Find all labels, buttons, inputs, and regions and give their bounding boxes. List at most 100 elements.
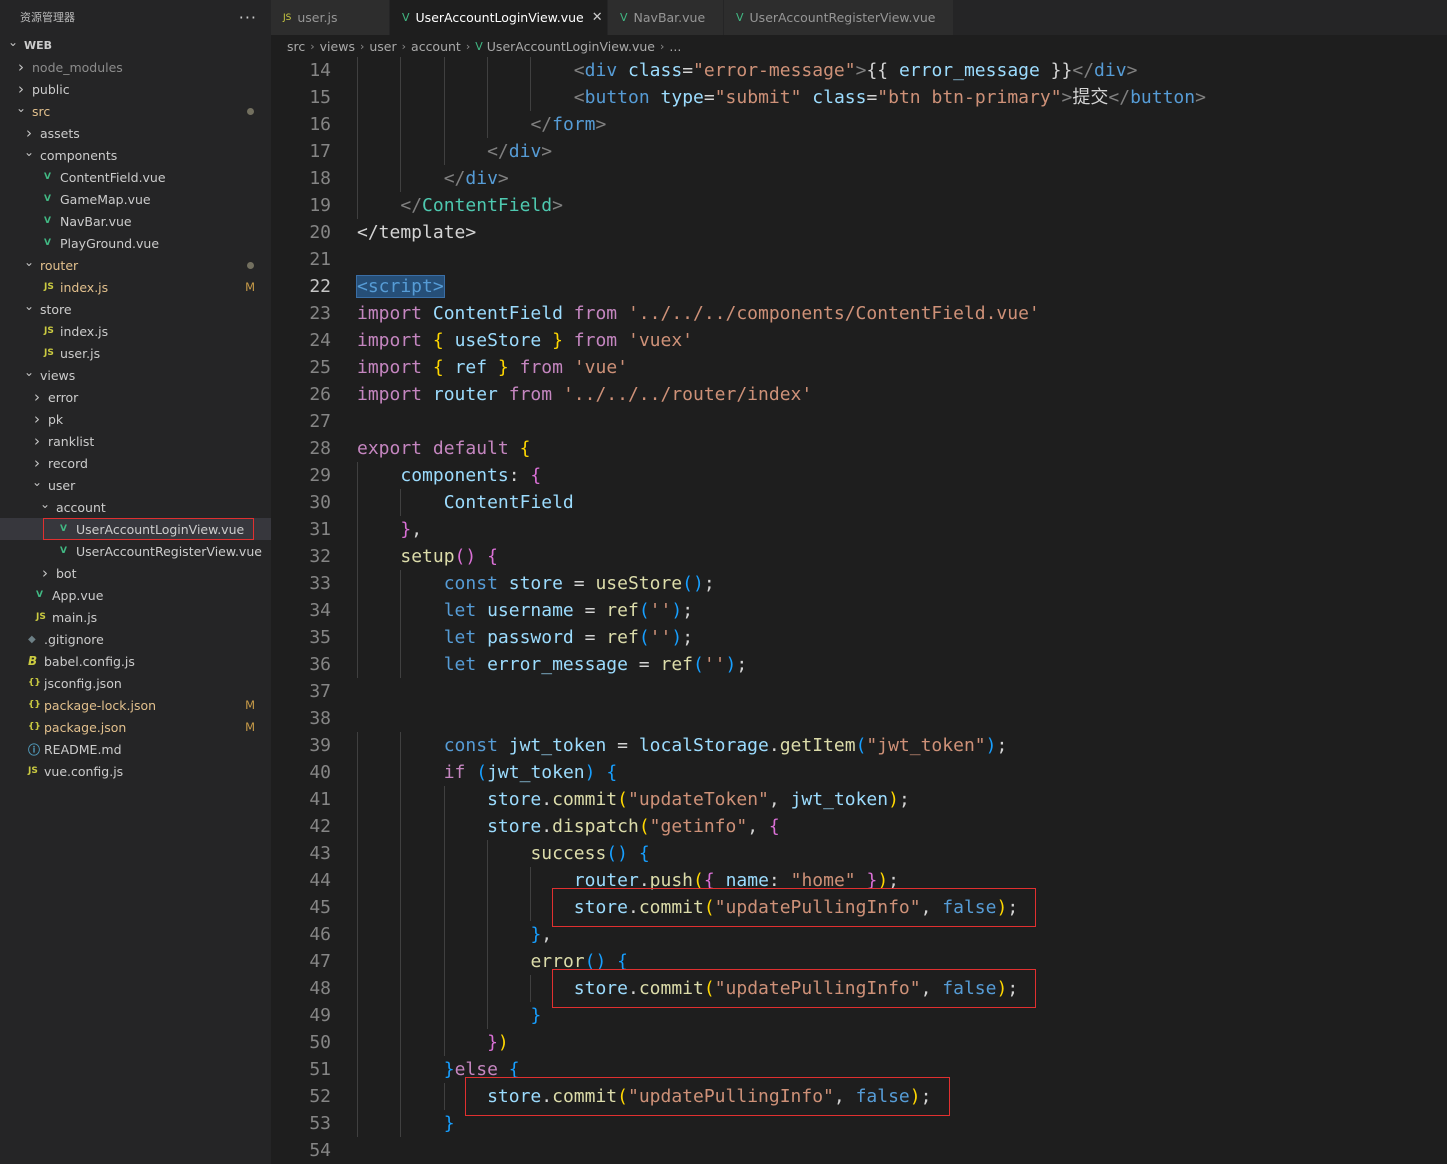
tree-item[interactable]: {} jsconfig.json bbox=[0, 672, 271, 694]
code-line[interactable]: 36 let error_message = ref(''); bbox=[271, 651, 1447, 678]
code-line[interactable]: 54 bbox=[271, 1137, 1447, 1164]
code-token: useStore bbox=[454, 330, 542, 351]
code-token: } bbox=[487, 1032, 498, 1053]
code-line[interactable]: 23 import ContentField from '../../../com… bbox=[271, 300, 1447, 327]
tree-item[interactable]: › pk bbox=[0, 408, 271, 430]
code-token: useStore bbox=[595, 573, 683, 594]
code-token: setup bbox=[400, 546, 455, 567]
tree-item[interactable]: V UserAccountLoginView.vue bbox=[0, 518, 271, 540]
line-number: 31 bbox=[309, 519, 331, 540]
tree-item[interactable]: V GameMap.vue bbox=[0, 188, 271, 210]
breadcrumb-segment[interactable]: views bbox=[320, 39, 355, 54]
tab-user-js[interactable]: JS user.js bbox=[271, 0, 390, 35]
tree-item[interactable]: ◆ .gitignore bbox=[0, 628, 271, 650]
code-token: } bbox=[443, 1113, 455, 1134]
code-token: , bbox=[768, 789, 791, 810]
code-line[interactable]: 41 store.commit("updateToken", jwt_token)… bbox=[271, 786, 1447, 813]
code-line[interactable]: 19 </ContentField> bbox=[271, 192, 1447, 219]
close-icon[interactable]: ✕ bbox=[592, 10, 603, 25]
breadcrumb-segment[interactable]: user bbox=[369, 39, 396, 54]
tree-item[interactable]: ⌄ components bbox=[0, 144, 271, 166]
code-line[interactable]: 32 setup() { bbox=[271, 543, 1447, 570]
code-line[interactable]: 28 export default { bbox=[271, 435, 1447, 462]
code-line[interactable]: 21 bbox=[271, 246, 1447, 273]
tree-item[interactable]: ⌄ account bbox=[0, 496, 271, 518]
more-actions-icon[interactable]: ··· bbox=[239, 8, 257, 27]
code-line[interactable]: 15 <button type="submit" class="btn btn-p… bbox=[271, 84, 1447, 111]
code-token: </ bbox=[487, 141, 509, 162]
tree-item[interactable]: V PlayGround.vue bbox=[0, 232, 271, 254]
tree-item-label: jsconfig.json bbox=[44, 675, 122, 691]
tree-item[interactable]: JS vue.config.js bbox=[0, 760, 271, 782]
tree-item[interactable]: JS main.js bbox=[0, 606, 271, 628]
breadcrumb-segment[interactable]: src bbox=[287, 39, 305, 54]
tree-item[interactable]: Bbabel.config.js bbox=[0, 650, 271, 672]
tree-item[interactable]: JS index.js M bbox=[0, 276, 271, 298]
tree-item[interactable]: › assets bbox=[0, 122, 271, 144]
tree-item[interactable]: ⌄ user bbox=[0, 474, 271, 496]
tree-item[interactable]: ⌄ views bbox=[0, 364, 271, 386]
tree-item[interactable]: ⌄ store bbox=[0, 298, 271, 320]
code-line[interactable]: 37 bbox=[271, 678, 1447, 705]
breadcrumb-segment[interactable]: ... bbox=[669, 39, 681, 54]
tab-useraccountregisterview-vue[interactable]: V UserAccountRegisterView.vue bbox=[724, 0, 954, 35]
code-line[interactable]: 35 let password = ref(''); bbox=[271, 624, 1447, 651]
code-line[interactable]: 22 <script> bbox=[271, 273, 1447, 300]
code-editor[interactable]: 14 <div class="error-message">{{ error_me… bbox=[271, 57, 1447, 1164]
code-line[interactable]: 43 success() { bbox=[271, 840, 1447, 867]
tab-navbar-vue[interactable]: V NavBar.vue bbox=[608, 0, 724, 35]
code-line[interactable]: 30 ContentField bbox=[271, 489, 1447, 516]
breadcrumb-segment[interactable]: account bbox=[411, 39, 461, 54]
tree-item[interactable]: › node_modules bbox=[0, 56, 271, 78]
explorer-header: 资源管理器 ··· bbox=[0, 0, 271, 34]
code-content: }, bbox=[400, 516, 422, 543]
code-line[interactable]: 14 <div class="error-message">{{ error_me… bbox=[271, 57, 1447, 84]
code-line[interactable]: 18 </div> bbox=[271, 165, 1447, 192]
tree-item[interactable]: JS index.js bbox=[0, 320, 271, 342]
babel-icon: B bbox=[28, 654, 38, 668]
code-line[interactable]: 25 import { ref } from 'vue' bbox=[271, 354, 1447, 381]
code-line[interactable]: 40 if (jwt_token) { bbox=[271, 759, 1447, 786]
line-number: 46 bbox=[309, 924, 331, 945]
tree-item[interactable]: › ranklist bbox=[0, 430, 271, 452]
code-line[interactable]: 29 components: { bbox=[271, 462, 1447, 489]
code-line[interactable]: 17 </div> bbox=[271, 138, 1447, 165]
code-line[interactable]: 38 bbox=[271, 705, 1447, 732]
code-line[interactable]: 39 const jwt_token = localStorage.getItem… bbox=[271, 732, 1447, 759]
code-line[interactable]: 33 const store = useStore(); bbox=[271, 570, 1447, 597]
code-line[interactable]: 42 store.dispatch("getinfo", { bbox=[271, 813, 1447, 840]
tab-label: NavBar.vue bbox=[633, 10, 706, 25]
chevron-down-icon: ⌄ bbox=[23, 145, 35, 159]
tree-item[interactable]: {} package.json M bbox=[0, 716, 271, 738]
git-icon: ◆ bbox=[28, 633, 36, 645]
code-line[interactable]: 16 </form> bbox=[271, 111, 1447, 138]
code-line[interactable]: 31}, bbox=[271, 516, 1447, 543]
code-line[interactable]: 24 import { useStore } from 'vuex' bbox=[271, 327, 1447, 354]
tree-item[interactable]: › bot bbox=[0, 562, 271, 584]
tree-item[interactable]: › record bbox=[0, 452, 271, 474]
tab-useraccountloginview-vue[interactable]: V UserAccountLoginView.vue ✕ bbox=[390, 0, 608, 35]
code-line[interactable]: 50}) bbox=[271, 1029, 1447, 1056]
tree-item[interactable]: JS user.js bbox=[0, 342, 271, 364]
tree-item[interactable]: V ContentField.vue bbox=[0, 166, 271, 188]
breadcrumb-segment[interactable]: UserAccountLoginView.vue bbox=[487, 39, 655, 54]
line-number: 48 bbox=[309, 978, 331, 999]
tree-item[interactable]: {} package-lock.json M bbox=[0, 694, 271, 716]
tree-item[interactable]: › error bbox=[0, 386, 271, 408]
tree-item[interactable]: V NavBar.vue bbox=[0, 210, 271, 232]
code-line[interactable]: 26 import router from '../../../router/in… bbox=[271, 381, 1447, 408]
code-line[interactable]: 20 </template> bbox=[271, 219, 1447, 246]
vue-icon: V bbox=[44, 194, 51, 204]
tree-item[interactable]: ⌄ WEB bbox=[0, 34, 271, 56]
indent-guide bbox=[357, 462, 358, 678]
line-number: 49 bbox=[309, 1005, 331, 1026]
tree-item[interactable]: V App.vue bbox=[0, 584, 271, 606]
code-line[interactable]: 34 let username = ref(''); bbox=[271, 597, 1447, 624]
tree-item[interactable]: › public bbox=[0, 78, 271, 100]
tree-item[interactable]: ⌄ router bbox=[0, 254, 271, 276]
tree-item[interactable]: ⌄ src bbox=[0, 100, 271, 122]
tree-item[interactable]: ⓘ README.md bbox=[0, 738, 271, 760]
code-line[interactable]: 27 bbox=[271, 408, 1447, 435]
tree-item[interactable]: V UserAccountRegisterView.vue bbox=[0, 540, 271, 562]
